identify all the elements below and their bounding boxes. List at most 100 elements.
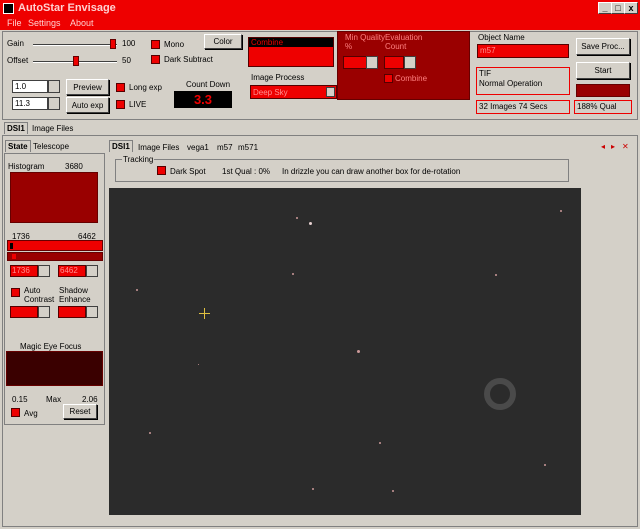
images-status: 32 Images 74 Secs <box>476 100 570 114</box>
avg-checkbox[interactable] <box>11 408 20 417</box>
star <box>560 210 562 212</box>
auto-contrast-checkbox[interactable] <box>11 288 20 297</box>
object-name-input[interactable]: m57 <box>477 44 569 58</box>
tab-m57[interactable]: m57 <box>217 143 233 152</box>
tab-state[interactable]: State <box>5 140 31 152</box>
evaluation-count-input[interactable] <box>384 56 404 69</box>
outer-tabs: DSI1 Image Files <box>3 121 637 135</box>
minimize-button[interactable]: _ <box>598 2 612 14</box>
mono-checkbox[interactable] <box>151 40 160 49</box>
magic-eye-display <box>6 351 103 386</box>
menu-settings[interactable]: Settings <box>28 18 61 28</box>
tab-dsi1[interactable]: DSI1 <box>4 122 28 134</box>
star <box>379 442 381 444</box>
tab-m571[interactable]: m571 <box>238 143 258 152</box>
reset-button[interactable]: Reset <box>63 404 97 419</box>
tab-image-files[interactable]: Image Files <box>32 124 73 133</box>
drizzle-hint: In drizzle you can draw another box for … <box>282 167 461 176</box>
star <box>357 350 360 353</box>
tab-vega1[interactable]: vega1 <box>187 143 209 152</box>
menu-file[interactable]: File <box>7 18 22 28</box>
gain-slider-track[interactable] <box>33 44 117 46</box>
title-bar: AutoStar Envisage _ □ x <box>0 0 640 17</box>
image-canvas[interactable] <box>109 188 581 515</box>
live-checkbox[interactable] <box>116 100 125 109</box>
preview-button[interactable]: Preview <box>66 79 109 95</box>
auto-contrast-spinner[interactable] <box>38 306 50 318</box>
range-slider-bottom[interactable] <box>7 252 103 261</box>
min-quality-input[interactable] <box>343 56 367 69</box>
gain-label: Gain <box>7 39 24 48</box>
quality-status: 188% Qual <box>574 100 632 114</box>
save-proc-button[interactable]: Save Proc... <box>576 38 630 55</box>
dark-subtract-checkbox[interactable] <box>151 55 160 64</box>
star <box>292 273 294 275</box>
offset-slider-thumb[interactable] <box>73 56 79 66</box>
tab-telescope[interactable]: Telescope <box>33 142 69 151</box>
shadow-enhance-spinner[interactable] <box>86 306 98 318</box>
tab-image-files-image[interactable]: Image Files <box>138 143 179 152</box>
range-slider-bottom-thumb[interactable] <box>12 254 16 259</box>
min-value: 0.15 <box>12 395 28 404</box>
star <box>392 490 394 492</box>
long-exp-checkbox[interactable] <box>116 83 125 92</box>
histogram-display <box>10 172 98 223</box>
app-icon <box>3 3 14 14</box>
offset-value: 50 <box>122 56 131 65</box>
evaluation-count-spinner[interactable] <box>404 56 416 69</box>
countdown-display: 3.3 <box>174 91 232 108</box>
range-slider-top[interactable] <box>7 240 103 251</box>
auto-exp-button[interactable]: Auto exp <box>66 97 109 113</box>
menu-bar: File Settings About <box>0 17 640 30</box>
maximize-button[interactable]: □ <box>611 2 625 14</box>
chevron-down-icon[interactable] <box>326 87 335 97</box>
image-process-select[interactable]: Deep Sky <box>250 85 337 99</box>
exposure-input[interactable]: 1.0 <box>12 80 48 93</box>
tab-dsi1-image[interactable]: DSI1 <box>109 140 133 152</box>
menu-about[interactable]: About <box>70 18 94 28</box>
status-text: Normal Operation <box>479 79 543 88</box>
live-label: LIVE <box>129 100 147 109</box>
start-button[interactable]: Start <box>576 62 630 79</box>
histogram-label: Histogram <box>8 162 45 171</box>
star <box>149 432 151 434</box>
combine-checkbox[interactable] <box>384 74 393 83</box>
star <box>198 364 199 365</box>
dark-spot-checkbox[interactable] <box>157 166 166 175</box>
tab-close-icon[interactable]: ✕ <box>622 142 629 151</box>
tab-prev-icon[interactable]: ◂ <box>601 142 605 151</box>
tracking-label: Tracking <box>122 155 155 164</box>
color-button[interactable]: Color <box>204 34 242 49</box>
star <box>136 289 138 291</box>
ring-nebula <box>484 378 516 410</box>
star <box>296 217 298 219</box>
countdown-label: Count Down <box>186 80 231 89</box>
close-button[interactable]: x <box>624 2 638 14</box>
range-low-spinner[interactable] <box>38 265 50 277</box>
image-process-label: Image Process <box>251 73 305 82</box>
range-high-spinner[interactable] <box>86 265 98 277</box>
second-input[interactable]: 11.3 <box>12 97 48 110</box>
second-spinner[interactable] <box>48 97 60 110</box>
gain-slider-thumb[interactable] <box>110 39 116 49</box>
star <box>309 222 312 225</box>
shadow-enhance-input[interactable] <box>58 306 86 318</box>
star <box>495 274 497 276</box>
max-value: 2.06 <box>82 395 98 404</box>
first-qual-label: 1st Qual : 0% <box>222 167 271 176</box>
combine-list-item[interactable]: Combine <box>249 38 333 47</box>
exposure-spinner[interactable] <box>48 80 60 93</box>
left-tabs: State Telescope <box>5 140 105 153</box>
magic-eye-label: Magic Eye Focus <box>20 342 82 351</box>
status-box: TIF Normal Operation <box>476 67 570 95</box>
range-low-input[interactable]: 1736 <box>10 265 38 277</box>
range-high-input[interactable]: 6462 <box>58 265 86 277</box>
crosshair-vertical <box>204 308 205 319</box>
min-quality-spinner[interactable] <box>366 56 378 69</box>
auto-contrast-input[interactable] <box>10 306 38 318</box>
image-process-value: Deep Sky <box>253 88 288 97</box>
object-name-label: Object Name <box>478 33 525 42</box>
star <box>544 464 546 466</box>
tab-next-icon[interactable]: ▸ <box>611 142 615 151</box>
range-slider-top-thumb[interactable] <box>10 243 13 249</box>
